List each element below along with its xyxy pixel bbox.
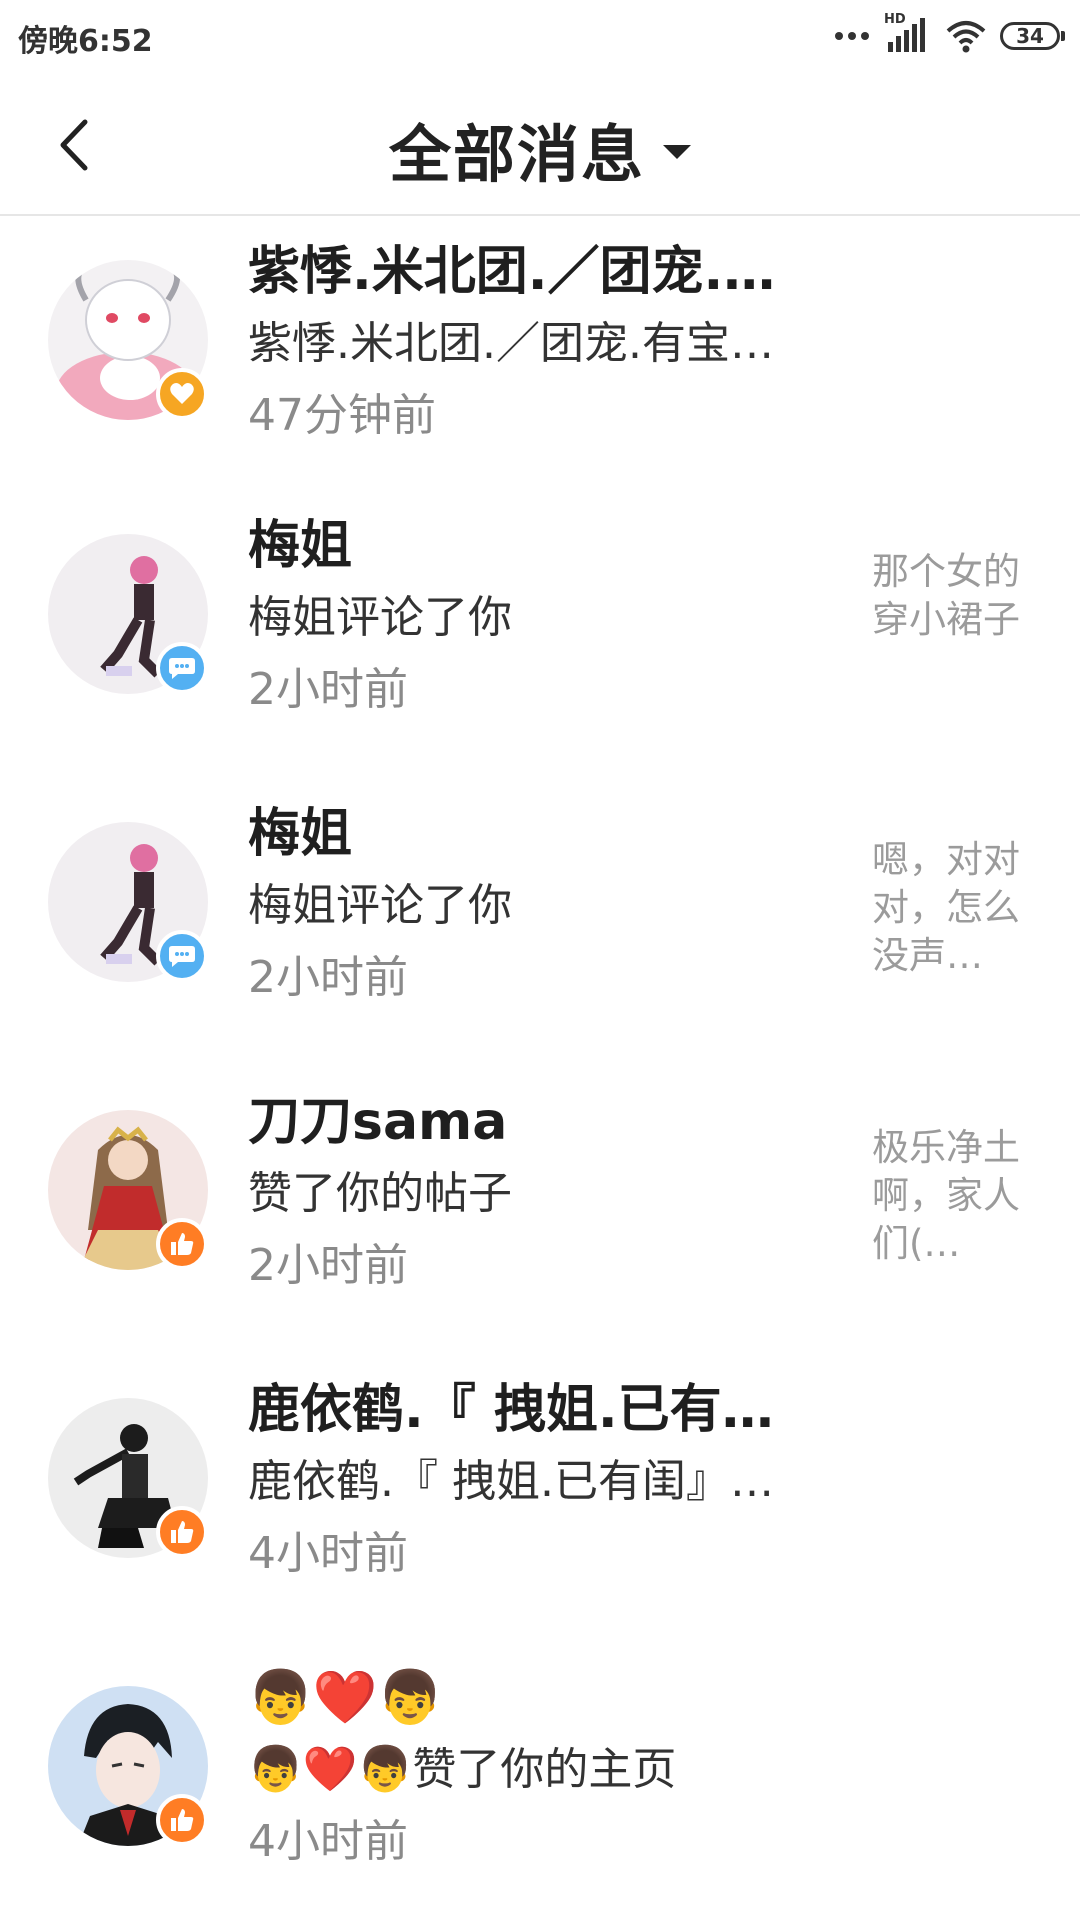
- status-bar: 傍晚6:52 HD 34: [0, 0, 1080, 80]
- signal-icon: HD: [884, 12, 932, 56]
- message-action: 鹿依鹤.『 拽姐.已有闺』…: [248, 1456, 774, 1507]
- message-item[interactable]: 紫悸.米北团.／团宠.… 紫悸.米北团.／团宠.有宝… 47分钟前: [0, 216, 1080, 490]
- status-time: 傍晚6:52: [18, 24, 153, 59]
- message-item[interactable]: 鹿依鹤.『 拽姐.已有… 鹿依鹤.『 拽姐.已有闺』… 4小时前: [0, 1354, 1080, 1642]
- page-title: 全部消息: [388, 118, 645, 191]
- more-dots-icon: [835, 32, 869, 40]
- status-icons: HD 34: [834, 12, 1065, 58]
- message-content: 鹿依鹤.『 拽姐.已有… 鹿依鹤.『 拽姐.已有闺』… 4小时前: [248, 1374, 848, 1590]
- wifi-icon: [946, 21, 986, 53]
- message-content: 紫悸.米北团.／团宠.… 紫悸.米北团.／团宠.有宝… 47分钟前: [248, 236, 848, 452]
- message-action: 紫悸.米北团.／团宠.有宝…: [248, 318, 774, 369]
- message-snippet: 极乐净土啊，家人们(…: [872, 1126, 1020, 1265]
- message-action: 👦❤️👦赞了你的主页: [248, 1744, 677, 1795]
- title-dropdown[interactable]: 全部消息: [0, 104, 1080, 194]
- message-action: 梅姐评论了你: [248, 880, 512, 931]
- message-time: 2小时前: [248, 1240, 408, 1291]
- message-content: 刀刀sama 赞了你的帖子 2小时前: [248, 1086, 828, 1302]
- message-snippet: 嗯，对对对，怎么没声…: [872, 838, 1020, 977]
- message-snippet: 那个女的穿小裙子: [872, 550, 1020, 641]
- sender-name: 👦❤️👦: [248, 1668, 443, 1728]
- message-action: 赞了你的帖子: [248, 1168, 512, 1219]
- message-item[interactable]: 👦❤️👦 👦❤️👦赞了你的主页 4小时前: [0, 1642, 1080, 1930]
- thumbs-up-icon: [156, 1218, 208, 1270]
- message-item[interactable]: 梅姐 梅姐评论了你 2小时前 那个女的穿小裙子: [0, 490, 1080, 778]
- heart-icon: [156, 368, 208, 420]
- message-item[interactable]: 梅姐 梅姐评论了你 2小时前 嗯，对对对，怎么没声…: [0, 778, 1080, 1066]
- message-time: 2小时前: [248, 664, 408, 715]
- thumbs-up-icon: [156, 1506, 208, 1558]
- message-content: 梅姐 梅姐评论了你 2小时前: [248, 510, 828, 726]
- message-list: 紫悸.米北团.／团宠.… 紫悸.米北团.／团宠.有宝… 47分钟前 梅姐 梅姐评…: [0, 216, 1080, 1930]
- battery-icon: 34: [1000, 22, 1065, 50]
- comment-icon: [156, 930, 208, 982]
- message-content: 梅姐 梅姐评论了你 2小时前: [248, 798, 828, 1014]
- sender-name: 梅姐: [248, 516, 353, 576]
- message-time: 2小时前: [248, 952, 408, 1003]
- comment-icon: [156, 642, 208, 694]
- message-time: 4小时前: [248, 1528, 408, 1579]
- message-content: 👦❤️👦 👦❤️👦赞了你的主页 4小时前: [248, 1662, 848, 1878]
- battery-level: 34: [1016, 24, 1044, 48]
- sender-name: 鹿依鹤.『 拽姐.已有…: [248, 1380, 774, 1440]
- sender-name: 梅姐: [248, 804, 353, 864]
- caret-down-icon: [663, 145, 691, 159]
- thumbs-up-icon: [156, 1794, 208, 1846]
- sender-name: 紫悸.米北团.／团宠.…: [248, 242, 776, 302]
- message-time: 47分钟前: [248, 390, 436, 441]
- message-action: 梅姐评论了你: [248, 592, 512, 643]
- message-item[interactable]: 刀刀sama 赞了你的帖子 2小时前 极乐净土啊，家人们(…: [0, 1066, 1080, 1354]
- sender-name: 刀刀sama: [248, 1092, 508, 1152]
- header: 全部消息: [0, 80, 1080, 216]
- message-time: 4小时前: [248, 1816, 408, 1867]
